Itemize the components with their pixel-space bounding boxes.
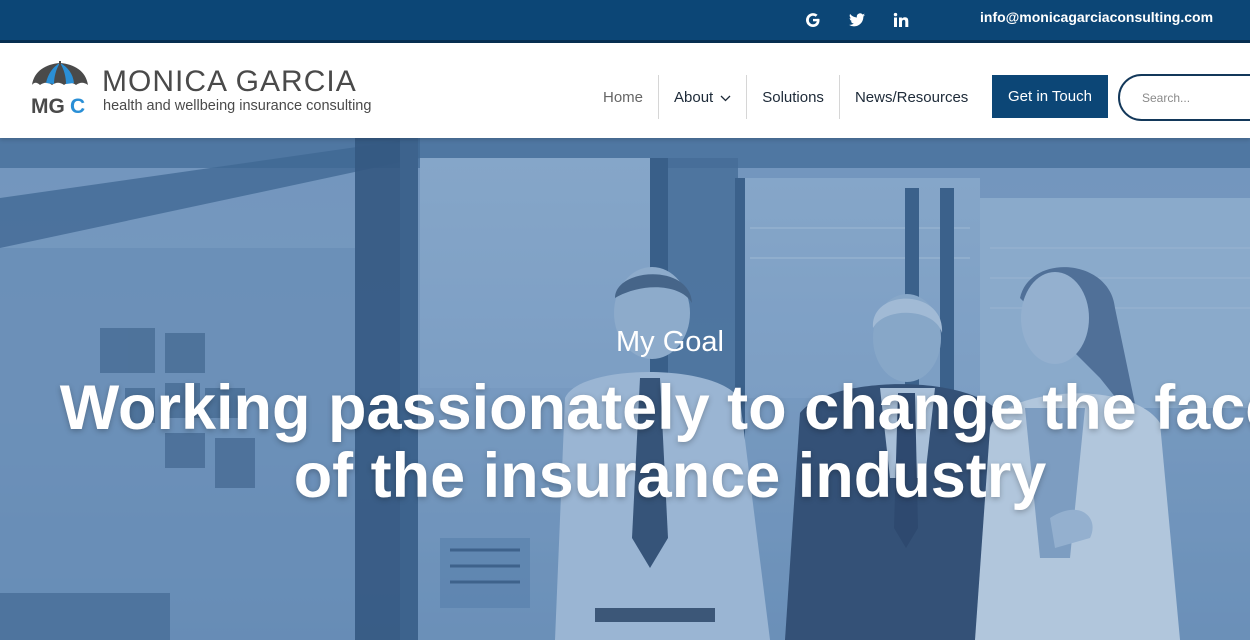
site-header: MG C MONICA GARCIA health and wellbeing … (0, 43, 1250, 138)
search-input[interactable] (1142, 90, 1250, 105)
hero-title: Working passionately to change the face … (0, 374, 1250, 510)
svg-text:MG: MG (31, 95, 65, 117)
nav-home[interactable]: Home (588, 75, 658, 119)
nav-about-label: About (674, 88, 714, 106)
site-logo[interactable]: MG C MONICA GARCIA health and wellbeing … (30, 61, 380, 121)
logo-tagline: health and wellbeing insurance consultin… (103, 98, 372, 114)
linkedin-icon[interactable] (889, 8, 913, 32)
twitter-icon[interactable] (845, 8, 869, 32)
hero-title-line-2: of the insurance industry (293, 441, 1047, 511)
get-in-touch-button[interactable]: Get in Touch (992, 75, 1108, 118)
main-nav: Home About Solutions News/Resources (588, 75, 983, 119)
umbrella-icon: MG C (31, 61, 88, 117)
top-bar: info@monicagarciaconsulting.com (0, 0, 1250, 43)
nav-news-resources[interactable]: News/Resources (838, 75, 983, 119)
hero-banner: My Goal Working passionately to change t… (0, 138, 1250, 640)
hero-title-line-1: Working passionately to change the face (59, 373, 1250, 443)
email-link[interactable]: info@monicagarciaconsulting.com (980, 9, 1213, 25)
nav-about[interactable]: About (658, 75, 746, 119)
search-box (1118, 74, 1250, 121)
nav-news-resources-label: News/Resources (854, 88, 969, 106)
nav-solutions[interactable]: Solutions (746, 75, 839, 119)
chevron-down-icon (720, 89, 731, 106)
nav-solutions-label: Solutions (762, 88, 824, 106)
nav-home-label: Home (603, 88, 644, 106)
hero-kicker: My Goal (616, 326, 724, 358)
svg-text:C: C (70, 95, 85, 117)
logo-name: MONICA GARCIA (102, 65, 357, 98)
google-icon[interactable] (801, 8, 825, 32)
